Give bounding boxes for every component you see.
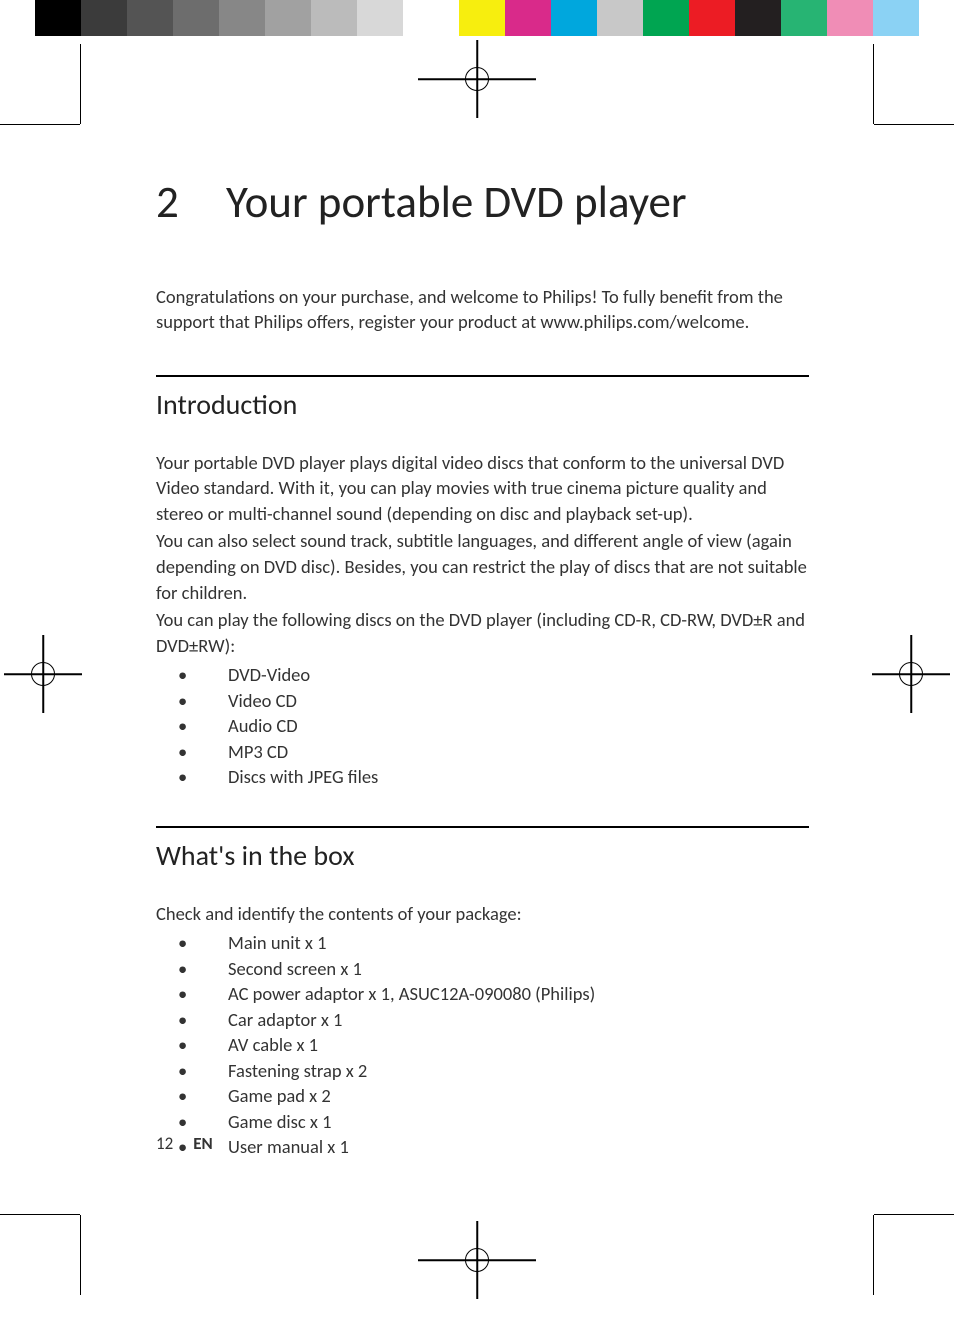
page-number: 12 (156, 1133, 173, 1154)
color-swatch (357, 0, 403, 36)
color-swatch (643, 0, 689, 36)
chapter-number: 2 (156, 175, 226, 230)
crop-mark (874, 124, 954, 125)
body-paragraph: Your portable DVD player plays digital v… (156, 450, 809, 527)
crop-mark (80, 1215, 81, 1295)
color-swatch (127, 0, 173, 36)
color-swatch (81, 0, 127, 36)
bullet-list: Main unit x 1Second screen x 1AC power a… (156, 930, 809, 1160)
color-swatch (551, 0, 597, 36)
color-swatch (35, 0, 81, 36)
page-content: 2Your portable DVD player Congratulation… (156, 175, 809, 1160)
list-item: Second screen x 1 (156, 956, 809, 982)
list-item: AV cable x 1 (156, 1032, 809, 1058)
crop-mark (0, 124, 80, 125)
color-swatch (219, 0, 265, 36)
color-swatch (505, 0, 551, 36)
page-footer: 12 EN (156, 1133, 213, 1154)
list-item: MP3 CD (156, 739, 809, 765)
body-paragraph: You can also select sound track, subtitl… (156, 528, 809, 605)
color-swatch (873, 0, 919, 36)
crop-mark (0, 1214, 80, 1215)
list-item: Discs with JPEG files (156, 764, 809, 790)
list-item: DVD-Video (156, 662, 809, 688)
list-item: Main unit x 1 (156, 930, 809, 956)
list-item: Audio CD (156, 713, 809, 739)
color-swatch (173, 0, 219, 36)
list-item: Game pad x 2 (156, 1083, 809, 1109)
crop-mark (874, 1214, 954, 1215)
body-paragraph: Check and identify the contents of your … (156, 901, 809, 927)
print-color-bars (35, 0, 919, 36)
list-item: Game disc x 1 (156, 1109, 809, 1135)
list-item: Fastening strap x 2 (156, 1058, 809, 1084)
color-swatch (781, 0, 827, 36)
color-swatch (403, 0, 449, 36)
registration-mark-left (24, 655, 62, 693)
color-swatch (597, 0, 643, 36)
section-heading-introduction: Introduction (156, 375, 809, 422)
bullet-list: DVD-VideoVideo CDAudio CDMP3 CDDiscs wit… (156, 662, 809, 790)
color-swatch (311, 0, 357, 36)
color-swatch (459, 0, 505, 36)
list-item: User manual x 1 (156, 1134, 809, 1160)
intro-paragraph: Congratulations on your purchase, and we… (156, 285, 809, 335)
registration-mark-right (892, 655, 930, 693)
chapter-title: 2Your portable DVD player (156, 175, 809, 230)
color-swatch (265, 0, 311, 36)
crop-mark (80, 44, 81, 124)
body-paragraph: You can play the following discs on the … (156, 607, 809, 658)
color-swatch (735, 0, 781, 36)
crop-mark (873, 44, 874, 124)
list-item: Video CD (156, 688, 809, 714)
chapter-title-text: Your portable DVD player (226, 175, 687, 230)
list-item: Car adaptor x 1 (156, 1007, 809, 1033)
crop-mark (873, 1215, 874, 1295)
registration-mark-bottom (458, 1241, 496, 1279)
color-swatch (827, 0, 873, 36)
page-language: EN (193, 1133, 213, 1154)
color-swatch (689, 0, 735, 36)
registration-mark-top (458, 60, 496, 98)
section-heading-whats-in-box: What's in the box (156, 826, 809, 873)
list-item: AC power adaptor x 1, ASUC12A-090080 (Ph… (156, 981, 809, 1007)
